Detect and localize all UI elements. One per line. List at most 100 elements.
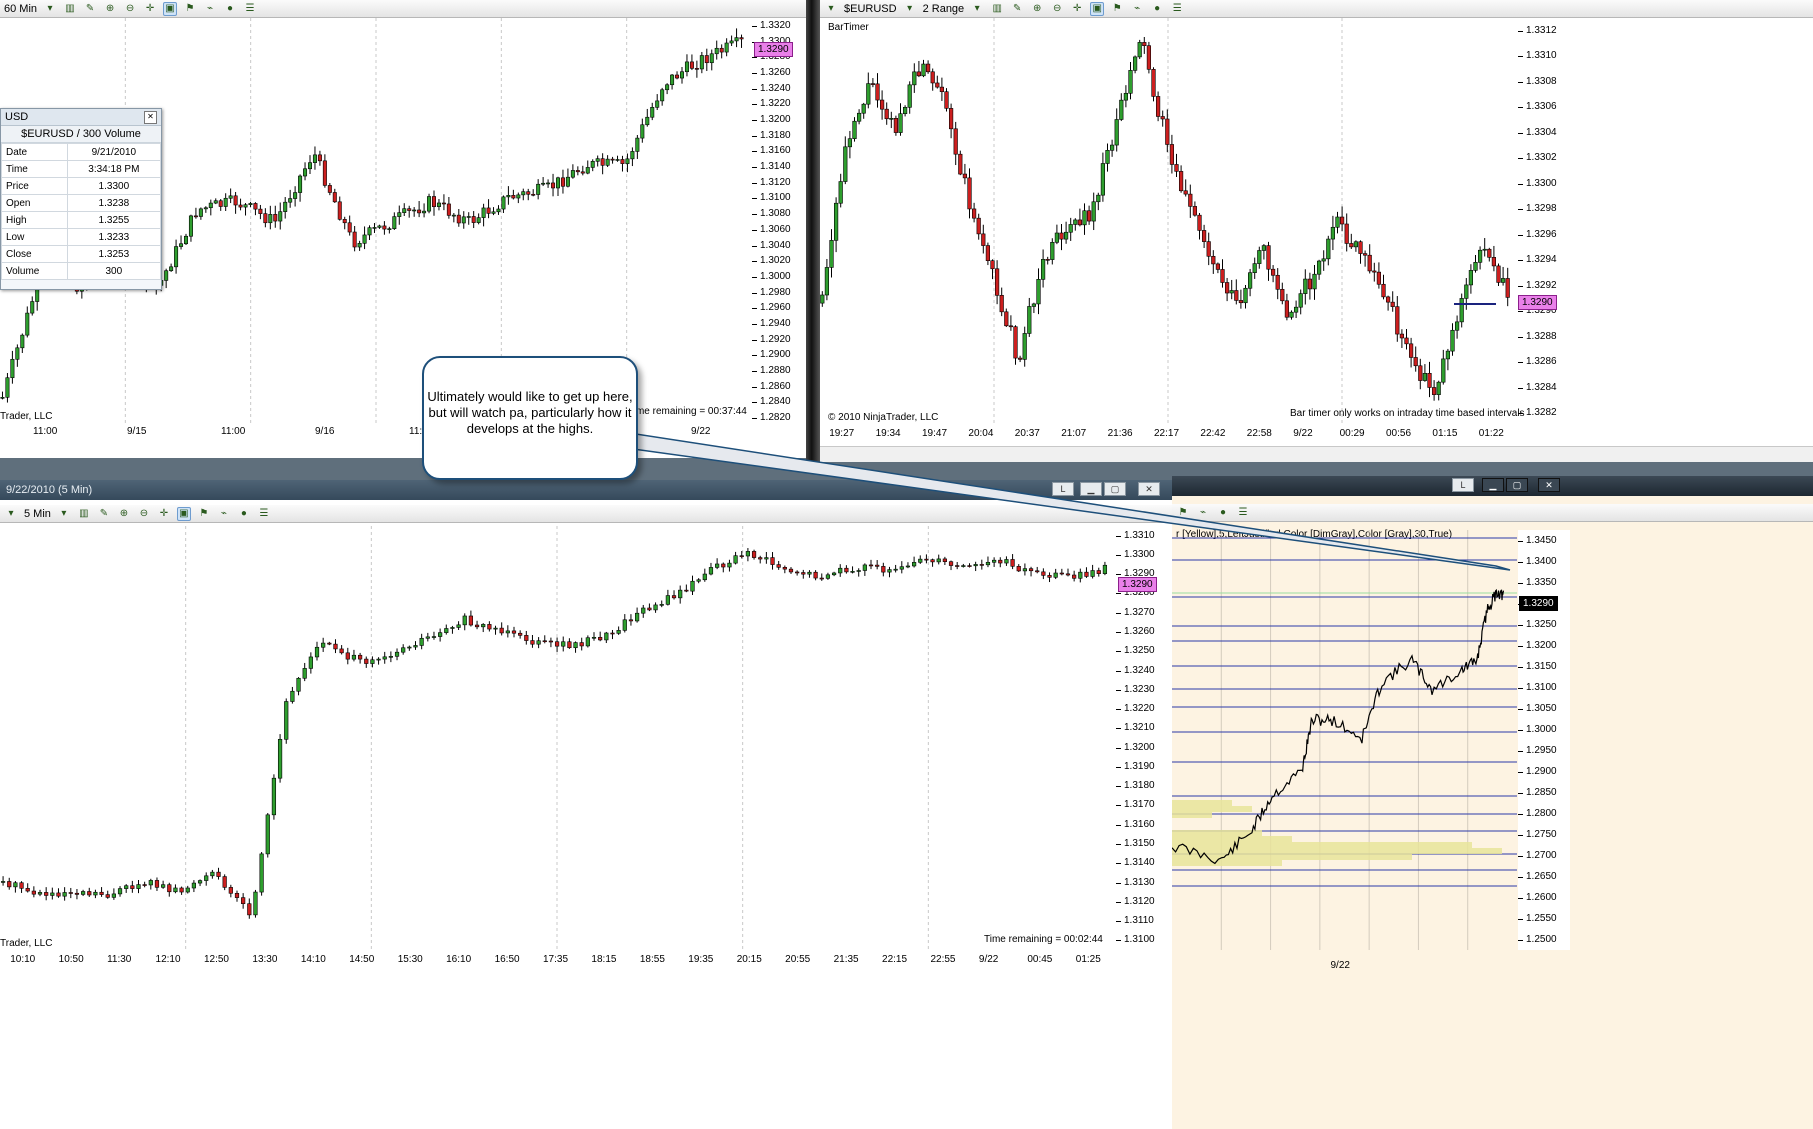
vertical-splitter[interactable]: [806, 0, 820, 462]
candle-down: [949, 108, 954, 130]
strategy-icon[interactable]: ⚑: [1110, 2, 1124, 16]
candle-down: [930, 71, 935, 84]
candle-up: [1326, 238, 1331, 260]
close-button[interactable]: ✕: [1538, 478, 1560, 492]
candle-down: [958, 153, 963, 175]
dropdown-arrow-icon[interactable]: ▾: [43, 2, 57, 16]
bar-type-icon[interactable]: ▥: [990, 2, 1004, 16]
interval-selector[interactable]: 60 Min: [4, 3, 37, 15]
candle-down: [273, 214, 278, 222]
zoom-in-icon[interactable]: ⊕: [103, 2, 117, 16]
coin-icon[interactable]: ●: [1150, 2, 1164, 16]
strategy-icon[interactable]: ⚑: [183, 2, 197, 16]
window-titlebar-5min[interactable]: 9/22/2010 (5 Min): [0, 480, 1172, 500]
crosshair-icon[interactable]: ✛: [157, 507, 171, 521]
time-tick-label: 22:58: [1246, 428, 1272, 439]
crosshair-icon[interactable]: ✛: [1070, 2, 1084, 16]
dropdown-arrow-icon[interactable]: ▾: [824, 2, 838, 16]
coin-icon[interactable]: ●: [1216, 506, 1230, 520]
zoom-out-icon[interactable]: ⊖: [1050, 2, 1064, 16]
time-axis-60min: 11:009/1511:009/1611:009/1711:009/22: [0, 426, 752, 440]
minimize-button[interactable]: ▁: [1482, 478, 1504, 492]
candle-down: [739, 37, 744, 40]
candle-down: [979, 564, 984, 566]
link-button[interactable]: L: [1052, 482, 1074, 496]
data-box-icon[interactable]: ▣: [1090, 1, 1105, 16]
data-box-icon[interactable]: ▣: [176, 506, 191, 521]
link-button[interactable]: L: [1452, 478, 1474, 492]
zoom-in-icon[interactable]: ⊕: [1030, 2, 1044, 16]
price-tick-label: 1.3120: [752, 177, 791, 188]
candle-down: [916, 71, 921, 77]
bar-type-icon[interactable]: ▥: [77, 507, 91, 521]
candle-up: [1441, 358, 1446, 383]
price-chart-range[interactable]: [820, 18, 1516, 426]
indicator-icon[interactable]: ⌁: [1130, 2, 1144, 16]
data-box-row: Volume 300: [1, 262, 162, 280]
drawing-pencil-icon[interactable]: ✎: [97, 507, 111, 521]
candle-up: [834, 202, 839, 241]
candle-up: [678, 589, 683, 599]
candle-down: [1146, 45, 1152, 70]
annotation-callout[interactable]: Ultimately would like to get up here, bu…: [422, 356, 638, 480]
properties-icon[interactable]: ☰: [1236, 506, 1250, 520]
candle-up: [288, 198, 293, 203]
candle-down: [758, 557, 763, 560]
dropdown-arrow-icon[interactable]: ▾: [4, 507, 18, 521]
interval-selector[interactable]: 2 Range: [923, 3, 965, 15]
candle-down: [962, 173, 968, 179]
price-profile-chart[interactable]: [1172, 530, 1517, 950]
properties-icon[interactable]: ☰: [243, 2, 257, 16]
candle-down: [976, 217, 981, 235]
candle-up: [825, 574, 831, 579]
instrument-selector[interactable]: $EURUSD: [844, 3, 897, 15]
indicator-icon[interactable]: ⌁: [1196, 506, 1210, 520]
strategy-icon[interactable]: ⚑: [1176, 506, 1190, 520]
horizontal-scrollbar[interactable]: [820, 446, 1813, 462]
coin-icon[interactable]: ●: [223, 2, 237, 16]
bar-type-icon[interactable]: ▥: [63, 2, 77, 16]
minimize-button[interactable]: ▁: [1080, 482, 1102, 496]
properties-icon[interactable]: ☰: [1170, 2, 1184, 16]
drawing-pencil-icon[interactable]: ✎: [1010, 2, 1024, 16]
restore-button[interactable]: ▢: [1506, 478, 1528, 492]
candle-down: [247, 903, 252, 916]
candle-up: [228, 195, 233, 199]
candle-down: [995, 268, 1000, 296]
data-box-window[interactable]: USD ✕ $EURUSD / 300 Volume Date 9/21/2010…: [0, 108, 162, 290]
price-tick-label: 1.2850: [1518, 787, 1557, 798]
zoom-out-icon[interactable]: ⊖: [123, 2, 137, 16]
properties-icon[interactable]: ☰: [257, 507, 271, 521]
indicator-icon[interactable]: ⌁: [217, 507, 231, 521]
candle-up: [308, 656, 313, 669]
data-box-value: 9/21/2010: [66, 143, 162, 161]
close-icon[interactable]: ✕: [144, 111, 157, 124]
time-tick-label: 22:15: [882, 954, 908, 965]
candle-up: [382, 656, 387, 660]
crosshair-icon[interactable]: ✛: [143, 2, 157, 16]
candle-down: [526, 191, 531, 195]
candle-up: [1096, 194, 1101, 203]
close-button[interactable]: ✕: [1138, 482, 1160, 496]
indicator-icon[interactable]: ⌁: [203, 2, 217, 16]
candle-up: [561, 641, 566, 647]
coin-icon[interactable]: ●: [237, 507, 251, 521]
dropdown-arrow-icon[interactable]: ▾: [57, 507, 71, 521]
restore-button[interactable]: ▢: [1104, 482, 1126, 496]
candle-up: [1477, 249, 1483, 263]
dropdown-arrow-icon[interactable]: ▾: [903, 2, 917, 16]
candle-up: [312, 154, 317, 163]
price-axis-range: 1.3312 1.3310 1.3308 1.3306 1.3304 1.3302 1.33…: [1518, 18, 1570, 426]
candle-down: [531, 193, 536, 196]
zoom-in-icon[interactable]: ⊕: [117, 507, 131, 521]
candle-up: [1445, 350, 1450, 360]
price-chart-5min[interactable]: [0, 526, 1114, 950]
interval-selector[interactable]: 5 Min: [24, 508, 51, 520]
candle-down: [967, 177, 972, 210]
dropdown-arrow-icon[interactable]: ▾: [970, 2, 984, 16]
price-tick-label: 1.3050: [1518, 703, 1557, 714]
zoom-out-icon[interactable]: ⊖: [137, 507, 151, 521]
drawing-pencil-icon[interactable]: ✎: [83, 2, 97, 16]
strategy-icon[interactable]: ⚑: [197, 507, 211, 521]
data-box-icon[interactable]: ▣: [163, 1, 178, 16]
